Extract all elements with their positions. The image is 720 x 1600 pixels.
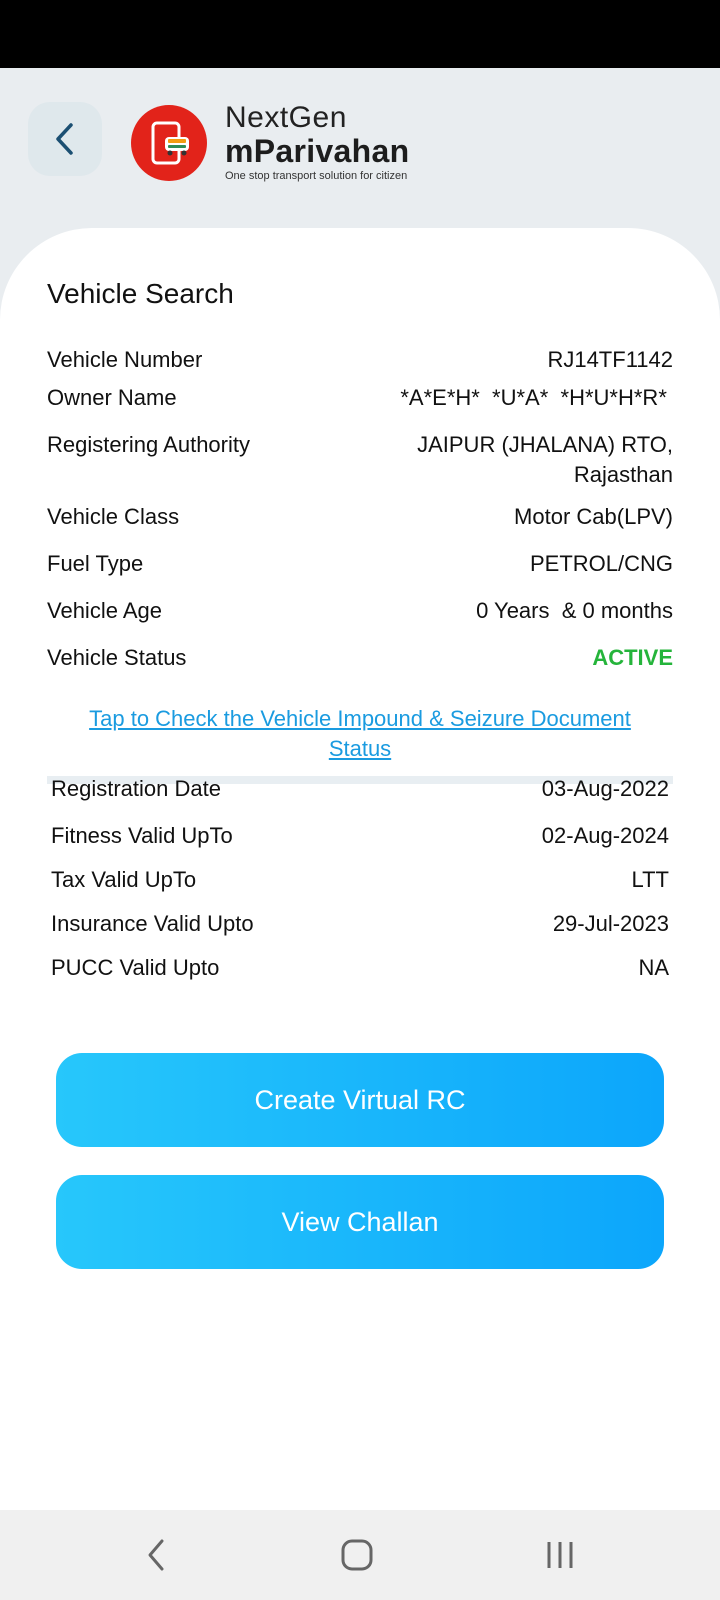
mparivahan-logo-icon: [151, 121, 189, 165]
detail-value: PETROL/CNG: [529, 551, 673, 576]
detail-row-fuel-type: Fuel Type PETROL/CNG: [47, 549, 673, 579]
brand-block: NextGen mParivahan One stop transport so…: [225, 102, 409, 183]
nav-back-icon: [148, 1539, 164, 1571]
back-button[interactable]: [28, 102, 102, 176]
impound-link-line1[interactable]: Tap to Check the Vehicle Impound & Seizu…: [47, 704, 673, 734]
validity-value: 03-Aug-2022: [541, 776, 669, 801]
detail-label: Owner Name: [47, 385, 177, 410]
chevron-left-icon: [56, 123, 73, 155]
app-logo: [131, 105, 207, 181]
detail-label: Vehicle Status: [47, 645, 187, 670]
validity-label: Insurance Valid Upto: [51, 911, 254, 936]
nav-home-icon: [341, 1539, 373, 1571]
brand-top-text: NextGen: [225, 101, 347, 134]
detail-value-line2: Rajasthan: [573, 462, 673, 487]
validity-row-tax: Tax Valid UpTo LTT: [51, 865, 669, 895]
page-title: Vehicle Search: [47, 278, 234, 309]
impound-seizure-link[interactable]: Tap to Check the Vehicle Impound & Seizu…: [47, 704, 673, 764]
view-challan-button[interactable]: View Challan: [56, 1175, 664, 1269]
system-nav-bar: [0, 1510, 720, 1600]
detail-row-registering-authority: Registering Authority JAIPUR (JHALANA) R…: [47, 430, 673, 490]
validity-row-pucc: PUCC Valid Upto NA: [51, 953, 669, 983]
brand-tagline: One stop transport solution for citizen: [225, 170, 408, 182]
validity-label: PUCC Valid Upto: [51, 955, 220, 980]
detail-value: RJ14TF1142: [547, 347, 673, 372]
validity-row-insurance: Insurance Valid Upto 29-Jul-2023: [51, 909, 669, 939]
brand-name: mParivahan: [225, 133, 410, 169]
detail-row-vehicle-number: Vehicle Number RJ14TF1142: [47, 345, 673, 375]
validity-row-registration-date: Registration Date 03-Aug-2022: [51, 774, 669, 804]
validity-value: 29-Jul-2023: [552, 911, 669, 936]
detail-label: Vehicle Age: [47, 598, 162, 623]
validity-row-fitness: Fitness Valid UpTo 02-Aug-2024: [51, 821, 669, 851]
status-bar: [0, 0, 720, 68]
detail-label: Registering Authority: [47, 432, 250, 457]
detail-row-owner-name: Owner Name *A*E*H* *U*A* *H*U*H*R*: [47, 383, 673, 413]
create-virtual-rc-button[interactable]: Create Virtual RC: [56, 1053, 664, 1147]
vehicle-search-card: Vehicle Search Vehicle Number RJ14TF1142…: [0, 228, 720, 1510]
detail-row-vehicle-class: Vehicle Class Motor Cab(LPV): [47, 502, 673, 532]
detail-row-vehicle-age: Vehicle Age 0 Years & 0 months: [47, 596, 673, 626]
validity-value: NA: [638, 955, 669, 980]
nav-back-button[interactable]: [138, 1534, 174, 1576]
detail-label: Fuel Type: [47, 551, 144, 576]
impound-link-line2[interactable]: Status: [47, 734, 673, 764]
detail-label: Vehicle Class: [47, 504, 180, 529]
app-header: NextGen mParivahan One stop transport so…: [0, 68, 720, 228]
validity-label: Fitness Valid UpTo: [51, 823, 233, 848]
detail-value: 0 Years & 0 months: [476, 598, 673, 623]
detail-row-vehicle-status: Vehicle Status ACTIVE: [47, 643, 673, 673]
validity-label: Tax Valid UpTo: [51, 867, 197, 892]
nav-home-button[interactable]: [336, 1534, 378, 1576]
validity-value: LTT: [631, 867, 669, 892]
nav-recents-button[interactable]: [540, 1534, 580, 1576]
detail-label: Vehicle Number: [47, 347, 203, 372]
detail-value: *A*E*H* *U*A* *H*U*H*R*: [400, 385, 673, 410]
validity-label: Registration Date: [51, 776, 221, 801]
detail-value: Motor Cab(LPV): [514, 504, 673, 529]
validity-value: 02-Aug-2024: [541, 823, 669, 848]
detail-value-line1: JAIPUR (JHALANA) RTO,: [417, 432, 673, 457]
status-badge: ACTIVE: [592, 645, 673, 670]
nav-recents-icon: [547, 1542, 573, 1568]
detail-value: JAIPUR (JHALANA) RTO, Rajasthan: [417, 430, 673, 490]
